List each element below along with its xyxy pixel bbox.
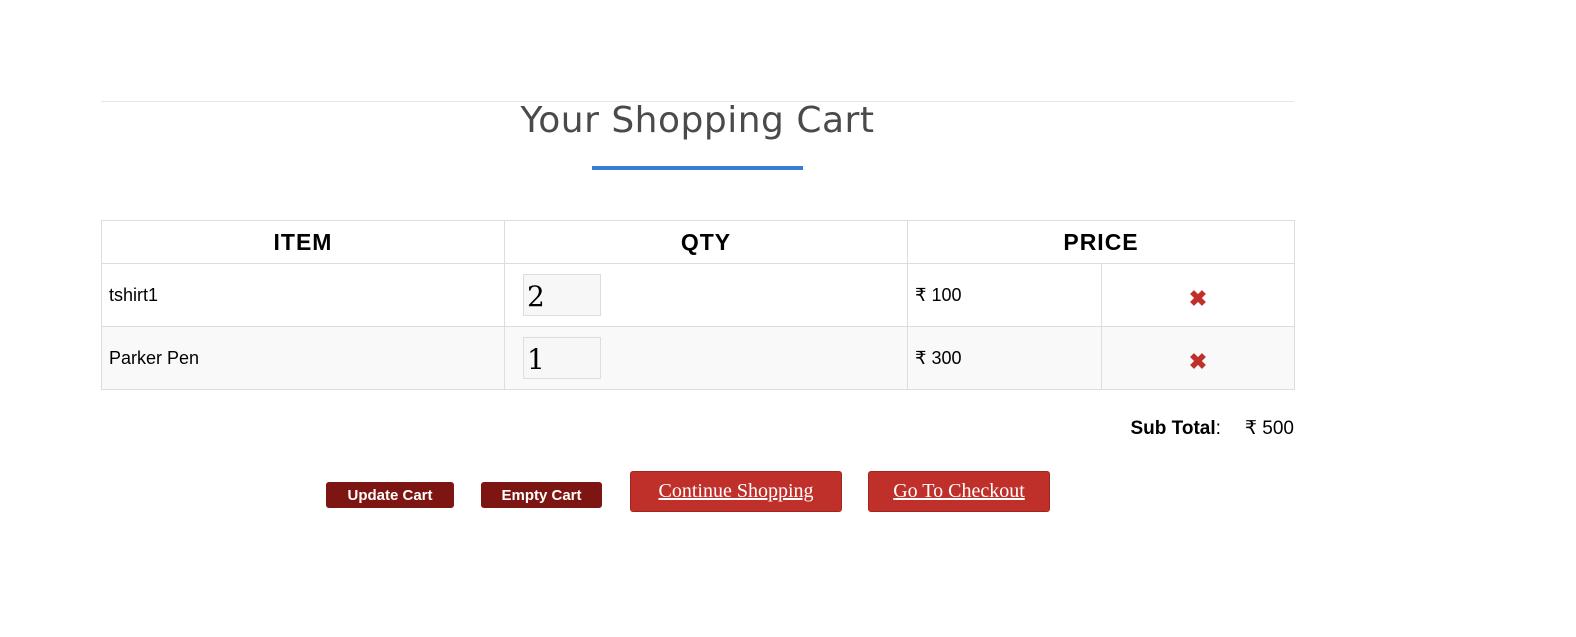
item-name: Parker Pen (101, 326, 505, 390)
column-header-price: PRICE (906, 220, 1296, 264)
table-header-row: ITEM QTY PRICE (101, 220, 1296, 264)
cart-table: ITEM QTY PRICE tshirt1 ₹ 100 ✖ Parker Pe… (101, 220, 1296, 390)
subtotal: Sub Total: ₹ 500 (1131, 417, 1295, 440)
title-underline (592, 166, 803, 170)
quantity-input[interactable] (523, 274, 601, 316)
column-header-item: ITEM (101, 220, 505, 264)
subtotal-colon: : (1215, 418, 1221, 439)
column-header-qty: QTY (504, 220, 908, 264)
qty-cell (504, 326, 908, 390)
quantity-input[interactable] (523, 337, 601, 379)
item-name: tshirt1 (101, 263, 505, 327)
remove-cell: ✖ (1100, 326, 1296, 390)
go-to-checkout-button[interactable]: Go To Checkout (868, 471, 1050, 512)
subtotal-label: Sub Total (1130, 418, 1216, 439)
continue-shopping-button[interactable]: Continue Shopping (630, 471, 842, 512)
item-price: ₹ 100 (907, 263, 1102, 327)
item-price: ₹ 300 (907, 326, 1102, 390)
remove-cell: ✖ (1100, 263, 1296, 327)
close-x-icon[interactable]: ✖ (1189, 350, 1207, 373)
empty-cart-button[interactable]: Empty Cart (481, 482, 602, 508)
close-x-icon[interactable]: ✖ (1189, 287, 1207, 310)
update-cart-button[interactable]: Update Cart (326, 482, 454, 508)
qty-cell (504, 263, 908, 327)
table-row: tshirt1 ₹ 100 ✖ (101, 263, 1296, 327)
table-row: Parker Pen ₹ 300 ✖ (101, 326, 1296, 390)
subtotal-value: ₹ 500 (1244, 418, 1294, 439)
page-title: Your Shopping Cart (520, 100, 875, 141)
